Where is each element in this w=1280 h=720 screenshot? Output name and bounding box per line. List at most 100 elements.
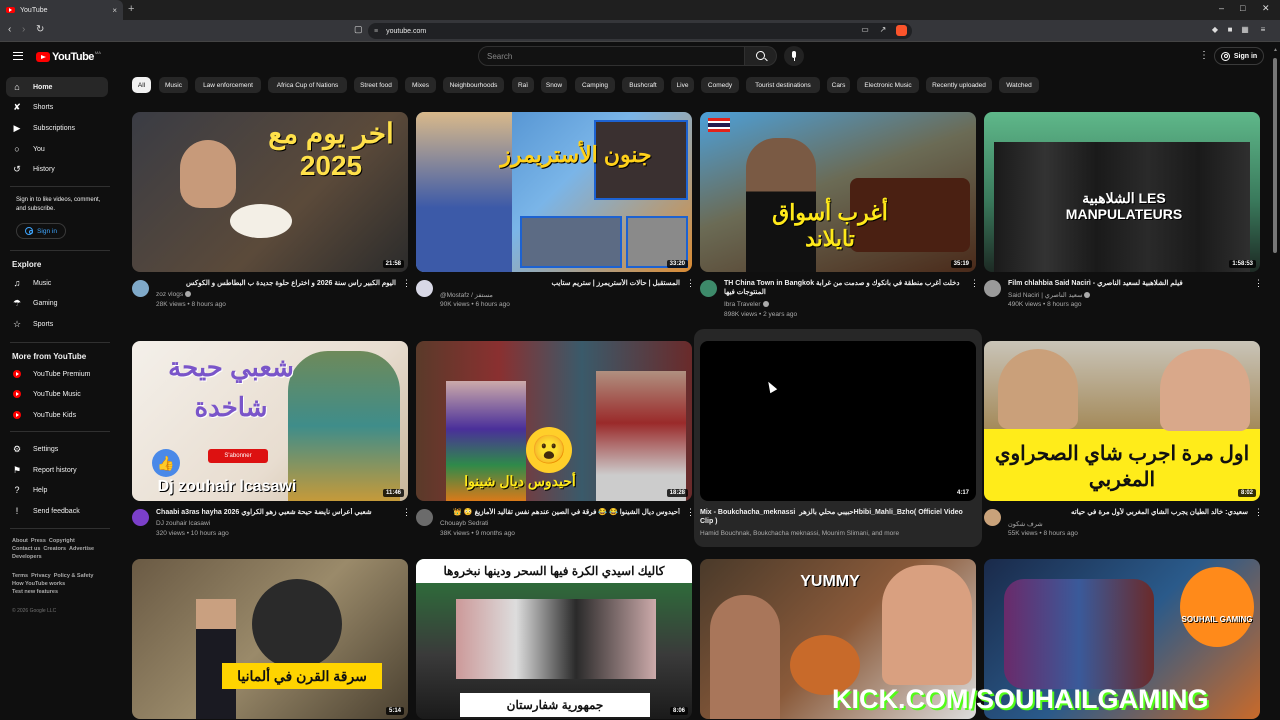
wallet-icon[interactable]: ◆	[1210, 25, 1220, 35]
browser-tab[interactable]: YouTube ×	[0, 0, 123, 20]
header-signin-button[interactable]: Sign in	[1214, 47, 1264, 65]
sidebar-item-help[interactable]: ? Help	[6, 480, 108, 500]
chip-rai[interactable]: Raï	[512, 77, 534, 93]
sidebar-item-sports[interactable]: ☆ Sports	[6, 314, 108, 334]
address-bar[interactable]: ≡ youtube.com	[368, 23, 912, 39]
avatar[interactable]	[416, 280, 433, 297]
channel-name[interactable]: zoz vlogs	[156, 291, 192, 298]
new-tab-button[interactable]: +	[128, 3, 134, 15]
video-thumbnail[interactable]: جنون الأستريمرز 33:20	[416, 112, 692, 272]
share-icon[interactable]: ↗	[878, 25, 888, 35]
video-title[interactable]: أحيدوس ديال الشينوا 😂 😂 فرقة في الصين عن…	[440, 508, 680, 517]
video-thumbnail[interactable]: أغرب أسواق تايلاند 35:19	[700, 112, 976, 272]
more-options-icon[interactable]: ⋮	[686, 508, 695, 517]
reload-icon[interactable]: ↻	[36, 24, 44, 35]
chip-neighbourhoods[interactable]: Neighbourhoods	[443, 77, 504, 93]
more-options-icon[interactable]: ⋮	[1254, 279, 1263, 288]
sidebar-item-send-feedback[interactable]: ! Send feedback	[6, 501, 108, 521]
chip-africa-cup[interactable]: Africa Cup of Nations	[268, 77, 347, 93]
avatar[interactable]	[416, 509, 433, 526]
video-thumbnail[interactable]: 4:17	[700, 341, 976, 501]
sidebar-item-shorts[interactable]: ✘ Shorts	[6, 97, 108, 117]
footer-link[interactable]: Policy & Safety	[54, 573, 94, 579]
sidebar-item-subscriptions[interactable]: ▶ Subscriptions	[6, 118, 108, 138]
channel-name[interactable]: Said Naciri | سعيد الناصري	[1008, 291, 1091, 299]
channel-name[interactable]: @Mostafz / مستفز	[440, 291, 493, 299]
chip-tourist-destinations[interactable]: Tourist destinations	[746, 77, 820, 93]
channel-name[interactable]: Ibra Traveler	[724, 301, 769, 308]
page-scrollbar[interactable]: ▲	[1272, 46, 1278, 720]
site-info-icon[interactable]: ≡	[374, 28, 378, 35]
sidebar-item-youtube-kids[interactable]: YouTube Kids	[6, 405, 108, 425]
minimize-icon[interactable]: –	[1219, 3, 1224, 13]
youtube-logo[interactable]: YouTube MA	[36, 50, 101, 63]
scrollbar-thumb[interactable]	[1273, 58, 1277, 253]
video-thumbnail[interactable]: شعبي حيحة شاخدة 👍 S'abonner Dj zouhair l…	[132, 341, 408, 501]
footer-link[interactable]: Press	[31, 538, 46, 544]
sidebar-item-youtube-music[interactable]: YouTube Music	[6, 384, 108, 404]
chip-comedy[interactable]: Comedy	[701, 77, 739, 93]
menu-icon[interactable]	[13, 52, 23, 60]
video-title[interactable]: سعيدي: خالد الطيان يجرب الشاي المغربي لأ…	[1008, 508, 1248, 517]
video-thumbnail[interactable]: سرقة القرن في ألمانيا 5:14	[132, 559, 408, 719]
search-input[interactable]: Search	[478, 46, 745, 66]
avatar[interactable]	[984, 509, 1001, 526]
chip-law-enforcement[interactable]: Law enforcement	[195, 77, 261, 93]
bookmark-icon[interactable]: ▢	[354, 24, 363, 35]
video-title[interactable]: Film chlahbia Said Nacirì - فيلم الشلاهب…	[1008, 279, 1248, 288]
more-options-icon[interactable]: ⋮	[970, 279, 979, 288]
more-options-icon[interactable]: ⋮	[402, 508, 411, 517]
video-thumbnail[interactable]: كاليك اسيدي الكرة فيها السحر ودينها نبخر…	[416, 559, 692, 719]
video-title[interactable]: المستقبل | حالات الأستريمرز | ستريم ستاي…	[440, 279, 680, 288]
footer-link[interactable]: Developers	[12, 554, 42, 560]
chip-snow[interactable]: Snow	[541, 77, 567, 93]
footer-link[interactable]: Test new features	[12, 589, 58, 595]
footer-link[interactable]: How YouTube works	[12, 581, 65, 587]
footer-link[interactable]: Privacy	[31, 573, 51, 579]
chip-cars[interactable]: Cars	[827, 77, 850, 93]
footer-link[interactable]: Copyright	[49, 538, 75, 544]
video-thumbnail[interactable]: اخر يوم مع 2025 21:58	[132, 112, 408, 272]
channel-name[interactable]: Chouayb Sedrati	[440, 520, 488, 527]
forward-icon[interactable]: ›	[22, 24, 25, 35]
video-title[interactable]: Mix - Boukchacha_meknassi ‏حبيبي محلي با…	[700, 508, 966, 526]
chip-all[interactable]: All	[132, 77, 151, 93]
chip-music[interactable]: Music	[159, 77, 188, 93]
more-options-icon[interactable]: ⋮	[686, 279, 695, 288]
window-close-icon[interactable]: ✕	[1262, 3, 1270, 14]
chip-live[interactable]: Live	[671, 77, 694, 93]
chip-bushcraft[interactable]: Bushcraft	[622, 77, 664, 93]
footer-link[interactable]: Advertise	[69, 546, 94, 552]
voice-search-icon[interactable]	[784, 46, 804, 66]
sidebar-item-you[interactable]: ○ You	[6, 139, 108, 159]
chip-street-food[interactable]: Street food	[354, 77, 398, 93]
channel-name[interactable]: شرف شكون	[1008, 520, 1043, 528]
sidebar-item-report-history[interactable]: ⚑ Report history	[6, 460, 108, 480]
sidebar-item-gaming[interactable]: ☂ Gaming	[6, 293, 108, 313]
footer-link[interactable]: Contact us	[12, 546, 40, 552]
video-thumbnail[interactable]: 😮 أحيدوس ديال شينوا 18:28	[416, 341, 692, 501]
more-options-icon[interactable]: ⋮	[402, 279, 411, 288]
sidebar-item-youtube-premium[interactable]: YouTube Premium	[6, 364, 108, 384]
maximize-icon[interactable]: □	[1240, 3, 1245, 13]
brave-shields-icon[interactable]	[896, 25, 907, 36]
chip-camping[interactable]: Camping	[575, 77, 615, 93]
cast-icon[interactable]: ▭	[860, 25, 870, 35]
video-thumbnail[interactable]: الشلاهبية LES MANPULATEURS 1:58:53	[984, 112, 1260, 272]
sidebar-item-history[interactable]: ↺ History	[6, 159, 108, 179]
footer-link[interactable]: Terms	[12, 573, 28, 579]
browser-menu-icon[interactable]: ≡	[1258, 25, 1268, 35]
extensions-icon[interactable]: ■	[1225, 25, 1235, 35]
avatar[interactable]	[132, 509, 149, 526]
settings-kebab-icon[interactable]: ⋮	[1199, 51, 1209, 61]
chip-mixes[interactable]: Mixes	[405, 77, 436, 93]
channel-name[interactable]: Hamid Bouchnak, Boukchacha meknassi, Mou…	[700, 530, 966, 537]
footer-link[interactable]: About	[12, 538, 28, 544]
video-title[interactable]: TH China Town in Bangkok دخلت أغرب منطقة…	[724, 279, 964, 297]
channel-name[interactable]: DJ zouhair lcasawi	[156, 520, 210, 527]
back-icon[interactable]: ‹	[8, 24, 11, 35]
sidebar-signin-button[interactable]: Sign in	[16, 223, 66, 239]
chip-recently-uploaded[interactable]: Recently uploaded	[926, 77, 992, 93]
video-title[interactable]: اليوم الكبير راس سنة 2026 و اختراع حلوة …	[156, 279, 396, 288]
avatar[interactable]	[132, 280, 149, 297]
